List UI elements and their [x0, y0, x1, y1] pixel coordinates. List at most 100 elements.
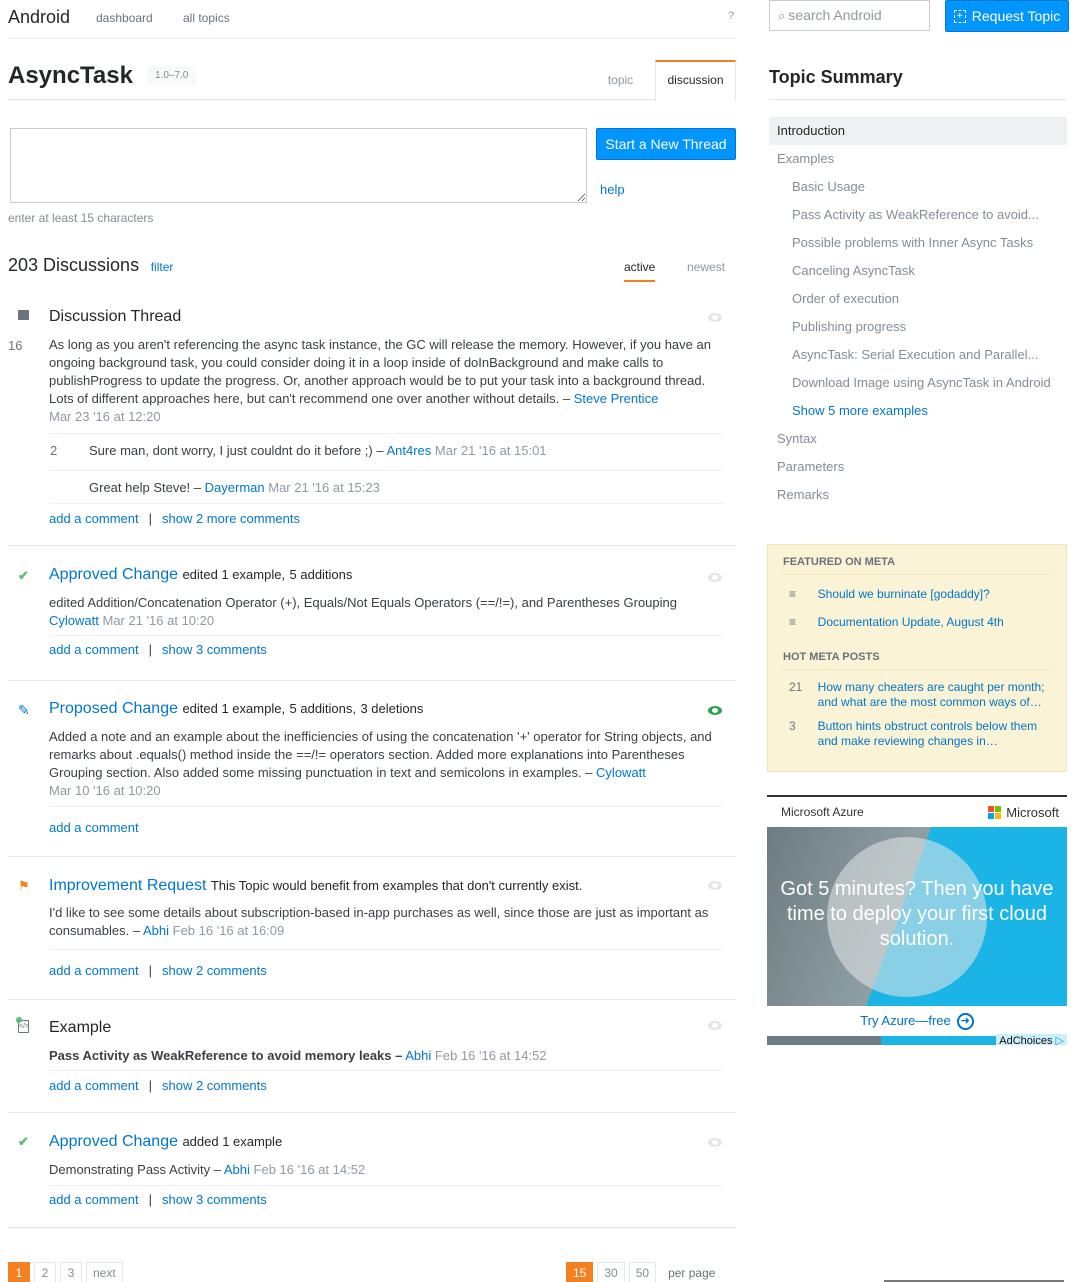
divider — [769, 99, 1067, 100]
watch-eye-icon[interactable] — [708, 573, 722, 582]
post-title[interactable]: Approved Change — [49, 1133, 178, 1150]
watching-eye-icon[interactable] — [708, 706, 722, 715]
comment-time: Mar 21 '16 at 15:01 — [434, 443, 547, 458]
post-author[interactable]: Abhi — [405, 1048, 431, 1063]
show-comments-link[interactable]: show 2 more comments — [162, 511, 300, 526]
post-author[interactable]: Abhi — [143, 923, 169, 938]
start-new-thread-button[interactable]: Start a New Thread — [596, 128, 736, 160]
top-bar: Android dashboard all topics ? — [8, 0, 736, 39]
post-title[interactable]: Proposed Change — [49, 700, 178, 717]
add-comment-link[interactable]: add a comment — [49, 1078, 139, 1093]
divider — [49, 1185, 724, 1186]
featured-item: ≡ Should we burninate [godaddy]? — [783, 587, 1051, 602]
comment-author[interactable]: Dayerman — [205, 480, 265, 495]
toc-example-item[interactable]: Basic Usage — [769, 173, 1067, 201]
filter-link[interactable]: filter — [151, 260, 174, 274]
ad-image: Got 5 minutes? Then you have time to dep… — [767, 827, 1067, 1006]
pencil-icon: ✎ — [18, 702, 30, 718]
show-comments-link[interactable]: show 3 comments — [162, 1192, 267, 1207]
example-title: Pass Activity as WeakReference to avoid … — [49, 1048, 403, 1063]
add-comment-link[interactable]: add a comment — [49, 963, 139, 978]
per-page-15[interactable]: 15 — [566, 1262, 594, 1282]
post-body: edited Addition/Concatenation Operator (… — [49, 594, 724, 630]
nav-dashboard[interactable]: dashboard — [96, 11, 153, 25]
topic-toc: Introduction Examples Basic Usage Pass A… — [769, 117, 1067, 509]
toc-example-item[interactable]: Order of execution — [769, 285, 1067, 313]
sort-active-tab[interactable]: active — [624, 260, 656, 282]
featured-link[interactable]: Documentation Update, August 4th — [818, 615, 1051, 630]
toc-example-item[interactable]: Download Image using AsyncTask in Androi… — [769, 369, 1067, 397]
advertisement[interactable]: Microsoft Azure Microsoft Got 5 minutes?… — [767, 795, 1067, 1045]
toc-example-item[interactable]: Canceling AsyncTask — [769, 257, 1067, 285]
search-input[interactable]: ⌕ search Android — [769, 0, 930, 31]
toc-introduction[interactable]: Introduction — [769, 117, 1067, 145]
sort-newest-tab[interactable]: newest — [687, 260, 725, 274]
add-comment-link[interactable]: add a comment — [49, 820, 139, 835]
comment-votes: 2 — [50, 443, 58, 458]
page-1[interactable]: 1 — [8, 1262, 30, 1282]
post-title[interactable]: Approved Change — [49, 566, 178, 583]
divider — [49, 1070, 724, 1071]
page-next[interactable]: next — [86, 1262, 123, 1282]
toc-examples[interactable]: Examples — [769, 145, 1067, 173]
post-title[interactable]: Improvement Request — [49, 877, 206, 894]
toc-remarks[interactable]: Remarks — [769, 481, 1067, 509]
post-author[interactable]: Steve Prentice — [574, 391, 659, 406]
show-comments-link[interactable]: show 2 comments — [162, 1078, 267, 1093]
per-page-50[interactable]: 50 — [628, 1262, 657, 1282]
toc-example-item[interactable]: AsyncTask: Serial Execution and Parallel… — [769, 341, 1067, 369]
post-title: Example — [49, 1019, 112, 1036]
microsoft-logo-icon — [988, 805, 1002, 819]
toc-example-item[interactable]: Possible problems with Inner Async Tasks — [769, 229, 1067, 257]
page-2[interactable]: 2 — [34, 1262, 56, 1282]
tab-topic[interactable]: topic — [598, 60, 643, 100]
featured-link[interactable]: Should we burninate [godaddy]? — [818, 587, 1051, 602]
help-link[interactable]: help — [600, 182, 625, 197]
featured-item: ≡ Documentation Update, August 4th — [783, 615, 1051, 630]
post-title: Discussion Thread — [49, 308, 182, 325]
post-author[interactable]: Cylowatt — [49, 613, 99, 628]
comment-author[interactable]: Ant4res — [386, 443, 431, 458]
toc-syntax[interactable]: Syntax — [769, 425, 1067, 453]
add-comment-link[interactable]: add a comment — [49, 1192, 139, 1207]
hot-post-link[interactable]: How many cheaters are caught per month; … — [818, 680, 1051, 710]
post-author[interactable]: Cylowatt — [596, 765, 646, 780]
help-icon[interactable]: ? — [724, 9, 738, 23]
watch-eye-icon[interactable] — [708, 1021, 722, 1030]
microsoft-wordmark: Microsoft — [1006, 804, 1059, 820]
add-comment-link[interactable]: add a comment — [49, 642, 139, 657]
request-topic-button[interactable]: + Request Topic — [945, 0, 1069, 32]
hot-post-link[interactable]: Button hints obstruct controls below the… — [818, 719, 1051, 749]
nav-all-topics[interactable]: all topics — [183, 11, 230, 25]
watch-eye-icon[interactable] — [708, 313, 722, 322]
add-comment-link[interactable]: add a comment — [49, 511, 139, 526]
post-title-row: Approved Change edited 1 example, 5 addi… — [49, 566, 352, 584]
post-title-row: Proposed Change edited 1 example, 5 addi… — [49, 700, 423, 718]
try-azure-link[interactable]: Try Azure—free ➜ — [767, 1006, 1067, 1036]
post-meta: edited 1 example, — [182, 567, 286, 582]
page-3[interactable]: 3 — [60, 1262, 82, 1282]
adchoices-badge[interactable]: AdChoices ▷ — [996, 1034, 1067, 1045]
per-page-30[interactable]: 30 — [597, 1262, 625, 1282]
post-actions: add a comment | show 2 comments — [49, 1078, 267, 1093]
search-placeholder: search Android — [788, 7, 882, 23]
watch-eye-icon[interactable] — [708, 1138, 722, 1147]
tab-discussion[interactable]: discussion — [655, 60, 736, 101]
watch-eye-icon[interactable] — [708, 881, 722, 890]
hot-post-item: 3 Button hints obstruct controls below t… — [783, 719, 1051, 749]
toc-parameters[interactable]: Parameters — [769, 453, 1067, 481]
post-body-text: Demonstrating Pass Activity – — [49, 1162, 221, 1177]
topic-summary-title: Topic Summary — [769, 67, 903, 87]
checkmark-icon: ✔ — [18, 1134, 29, 1149]
new-thread-textarea[interactable] — [10, 128, 587, 203]
arrow-circle-icon: ➜ — [956, 1013, 974, 1031]
show-more-examples-link[interactable]: Show 5 more examples — [769, 397, 1067, 425]
toc-example-item[interactable]: Pass Activity as WeakReference to avoid.… — [769, 201, 1067, 229]
toc-example-item[interactable]: Publishing progress — [769, 313, 1067, 341]
additions-count: 5 additions, — [289, 701, 357, 716]
show-comments-link[interactable]: show 2 comments — [162, 963, 267, 978]
post-time: Mar 21 '16 at 10:20 — [102, 613, 215, 628]
post-author[interactable]: Abhi — [224, 1162, 250, 1177]
show-comments-link[interactable]: show 3 comments — [162, 642, 267, 657]
site-brand[interactable]: Android — [8, 7, 70, 28]
